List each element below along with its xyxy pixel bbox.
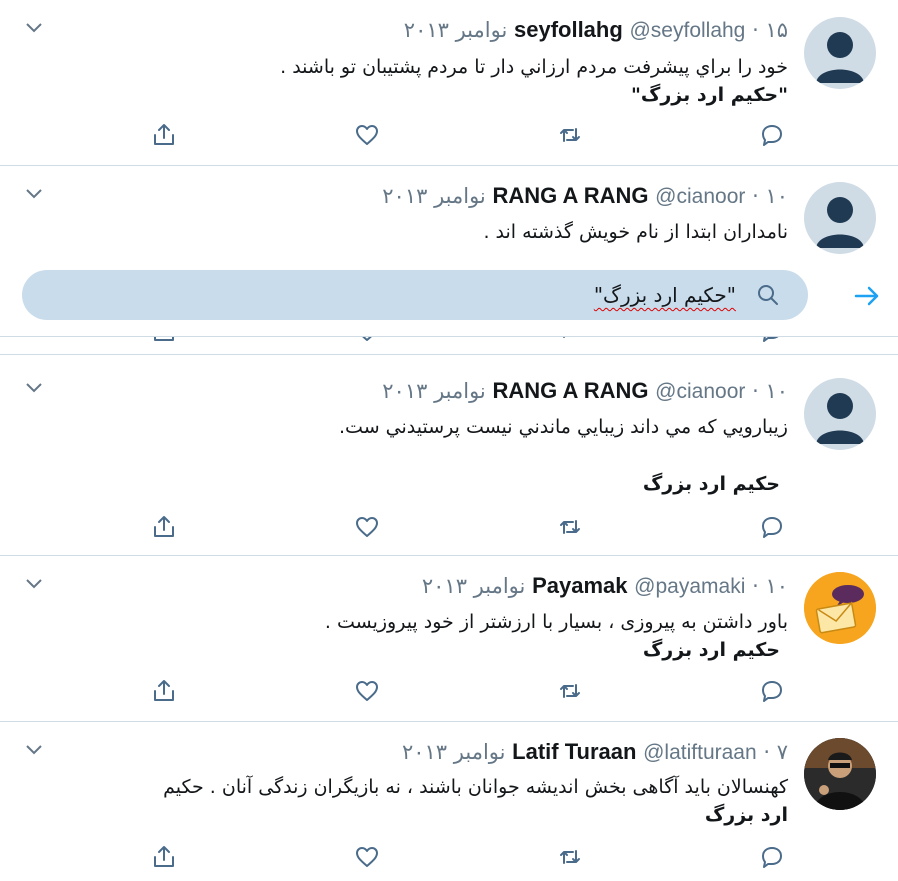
retweet-icon[interactable] xyxy=(557,678,583,704)
tweet-text-line: حکیم ارد بزرگ xyxy=(642,473,780,495)
search-field[interactable]: "حکیم ارد بزرگ" xyxy=(22,270,808,320)
tweet-text-line: باور داشتن به پیروزی ، بسیار با ارزشتر ا… xyxy=(324,611,788,633)
share-icon[interactable] xyxy=(151,122,177,148)
user-handle[interactable]: @seyfollahg xyxy=(629,19,745,42)
tweet-actions xyxy=(0,514,898,544)
separator-dot: · xyxy=(752,184,759,208)
tweet-text-line: "حکیم ارد بزرگ" xyxy=(631,84,788,106)
tweet-header: Payamak @payamaki · ۱۰ نوامبر ۲۰۱۳ xyxy=(422,572,788,601)
chevron-down-icon[interactable] xyxy=(24,186,44,200)
user-name[interactable]: Latif Turaan xyxy=(512,739,636,764)
reply-icon[interactable] xyxy=(759,678,785,704)
chevron-down-icon[interactable] xyxy=(24,576,44,590)
tweet-text: نامداران ابتدا از نام خويش گذشته اند . xyxy=(483,218,788,246)
tweet-text: کهنسالان باید آگاهی بخش اندیشه جوانان با… xyxy=(163,773,788,829)
avatar[interactable] xyxy=(804,572,876,644)
user-handle[interactable]: @cianoor xyxy=(655,380,745,403)
arrow-right-icon[interactable] xyxy=(852,281,882,311)
tweet-item[interactable]: Payamak @payamaki · ۱۰ نوامبر ۲۰۱۳ باور … xyxy=(0,556,898,722)
separator-dot: · xyxy=(752,379,759,403)
tweet-text: زيبارويي كه مي داند زيبايي ماندني نيست پ… xyxy=(339,413,788,441)
separator-dot: · xyxy=(763,740,771,764)
tweet-header: seyfollahg @seyfollahg · ۱۵ نوامبر ۲۰۱۳ xyxy=(404,16,788,45)
user-handle[interactable]: @payamaki xyxy=(634,575,745,598)
tweet-text-line: خود را براي پيشرفت مردم ارزاني دار تا مر… xyxy=(280,56,788,78)
user-name[interactable]: Payamak xyxy=(532,573,627,598)
reply-icon[interactable] xyxy=(759,514,785,540)
like-icon[interactable] xyxy=(354,844,380,870)
reply-icon[interactable] xyxy=(759,122,785,148)
tweet-item[interactable]: RANG A RANG @cianoor · ۱۰ نوامبر ۲۰۱۳ زي… xyxy=(0,360,898,556)
tweet-text-line: حکیم ارد بزرگ xyxy=(642,639,780,661)
tweet-item[interactable]: Latif Turaan @latifturaan · ۷ نوامبر ۲۰۱… xyxy=(0,722,898,881)
chevron-down-icon[interactable] xyxy=(24,742,44,756)
retweet-icon[interactable] xyxy=(557,844,583,870)
user-name[interactable]: RANG A RANG xyxy=(492,183,648,208)
tweet-header: RANG A RANG @cianoor · ۱۰ نوامبر ۲۰۱۳ xyxy=(382,182,788,211)
tweet-actions xyxy=(0,678,898,708)
separator-dot: · xyxy=(752,574,759,598)
share-icon[interactable] xyxy=(151,514,177,540)
like-icon[interactable] xyxy=(354,122,380,148)
tweet-text-line: ارد بزرگ xyxy=(704,804,788,826)
reply-icon[interactable] xyxy=(759,844,785,870)
tweet-text-line: زيبارويي كه مي داند زيبايي ماندني نيست پ… xyxy=(339,416,788,438)
tweet-actions xyxy=(0,844,898,874)
avatar[interactable] xyxy=(804,738,876,810)
search-input[interactable]: "حکیم ارد بزرگ" xyxy=(216,278,736,312)
tweet-actions xyxy=(0,122,898,152)
tweet-header: Latif Turaan @latifturaan · ۷ نوامبر ۲۰۱… xyxy=(402,738,788,767)
user-handle[interactable]: @latifturaan xyxy=(643,741,757,764)
retweet-icon[interactable] xyxy=(557,122,583,148)
separator-dot: · xyxy=(752,18,759,42)
retweet-icon[interactable] xyxy=(557,514,583,540)
avatar[interactable] xyxy=(804,17,876,89)
user-name[interactable]: seyfollahg xyxy=(514,17,623,42)
tweet-header: RANG A RANG @cianoor · ۱۰ نوامبر ۲۰۱۳ xyxy=(382,377,788,406)
like-icon[interactable] xyxy=(354,514,380,540)
tweet-item[interactable]: seyfollahg @seyfollahg · ۱۵ نوامبر ۲۰۱۳ … xyxy=(0,0,898,166)
tweet-text: باور داشتن به پیروزی ، بسیار با ارزشتر ا… xyxy=(325,608,788,664)
avatar[interactable] xyxy=(804,378,876,450)
search-bar: "حکیم ارد بزرگ" xyxy=(0,258,898,337)
search-icon[interactable] xyxy=(756,283,780,307)
share-icon[interactable] xyxy=(151,844,177,870)
chevron-down-icon[interactable] xyxy=(24,20,44,34)
user-handle[interactable]: @cianoor xyxy=(655,185,745,208)
tweet-text-line: کهنسالان باید آگاهی بخش اندیشه جوانان با… xyxy=(163,776,788,798)
share-icon[interactable] xyxy=(151,678,177,704)
chevron-down-icon[interactable] xyxy=(24,380,44,394)
user-name[interactable]: RANG A RANG xyxy=(492,378,648,403)
tweet-text: خود را براي پيشرفت مردم ارزاني دار تا مر… xyxy=(280,53,788,109)
like-icon[interactable] xyxy=(354,678,380,704)
tweet-text-line: نامداران ابتدا از نام خويش گذشته اند . xyxy=(483,221,788,243)
avatar[interactable] xyxy=(804,182,876,254)
